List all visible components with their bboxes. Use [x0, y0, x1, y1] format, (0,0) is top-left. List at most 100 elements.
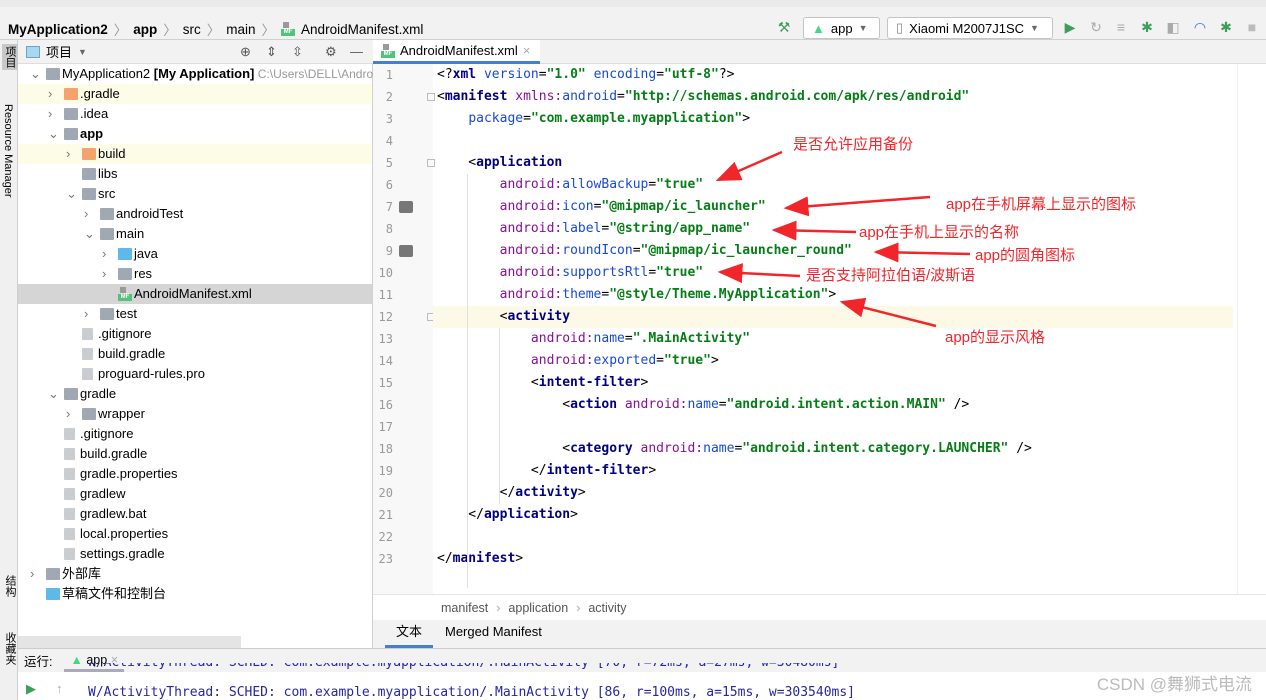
tree-item[interactable]: › build	[18, 144, 372, 164]
xml-crumb-activity[interactable]: activity	[588, 601, 626, 615]
tree-item[interactable]: local.properties	[18, 524, 372, 544]
tree-item[interactable]: › .gradle	[18, 84, 372, 104]
code-line[interactable]: android:theme="@style/Theme.MyApplicatio…	[437, 284, 1237, 306]
minimize-icon[interactable]: —	[350, 44, 363, 59]
crumb-src[interactable]: src	[183, 22, 201, 37]
code-line[interactable]: <application	[437, 152, 1237, 174]
code-line[interactable]	[437, 416, 1237, 438]
chevron-right-icon[interactable]: ›	[102, 244, 106, 264]
chevron-right-icon[interactable]: ›	[66, 144, 70, 164]
side-tab-structure[interactable]: 结构	[2, 575, 18, 597]
code-line[interactable]: <category android:name="android.intent.c…	[437, 438, 1237, 460]
chevron-right-icon[interactable]: ›	[66, 404, 70, 424]
chevron-right-icon[interactable]: ›	[102, 264, 106, 284]
tree-item[interactable]: › androidTest	[18, 204, 372, 224]
tree-item[interactable]: settings.gradle	[18, 544, 372, 564]
code-line[interactable]: android:label="@string/app_name"	[437, 218, 1237, 240]
device-select[interactable]: ▯ Xiaomi M2007J1SC ▼	[887, 17, 1053, 39]
tree-item[interactable]: › 外部库	[18, 564, 372, 584]
stop-icon[interactable]: ■	[1244, 19, 1260, 35]
tab-text[interactable]: 文本	[385, 620, 434, 648]
xml-crumb-application[interactable]: application	[508, 601, 568, 615]
run-icon[interactable]: ▶	[1062, 19, 1078, 35]
tree-item[interactable]: › .idea	[18, 104, 372, 124]
gear-icon[interactable]: ⚙	[325, 44, 337, 60]
tree-item[interactable]: .gitignore	[18, 424, 372, 444]
horizontal-scrollbar[interactable]	[18, 636, 241, 648]
code-line[interactable]: </application>	[437, 504, 1237, 526]
side-tab-project[interactable]: 项目	[2, 44, 18, 70]
attach-debugger-icon[interactable]: ◧	[1165, 19, 1181, 35]
chevron-right-icon[interactable]: ›	[84, 204, 88, 224]
expand-all-icon[interactable]: ⇕	[266, 44, 277, 60]
side-tab-resource-manager[interactable]: Resource Manager	[2, 104, 14, 198]
tree-item[interactable]: libs	[18, 164, 372, 184]
code-line[interactable]: </manifest>	[437, 548, 1237, 570]
crumb-file[interactable]: AndroidManifest.xml	[301, 22, 423, 37]
run-config-select[interactable]: ▲ app ▼	[803, 17, 880, 39]
collapse-all-icon[interactable]: ⇳	[292, 44, 303, 60]
code-line[interactable]: package="com.example.myapplication">	[437, 108, 1237, 130]
code-line[interactable]: android:name=".MainActivity"	[437, 328, 1237, 350]
tab-label: AndroidManifest.xml	[400, 43, 518, 58]
xml-crumb-manifest[interactable]: manifest	[441, 601, 488, 615]
tree-item[interactable]: .gitignore	[18, 324, 372, 344]
tree-item[interactable]: ⌄ src	[18, 184, 372, 204]
code-line[interactable]: <manifest xmlns:android="http://schemas.…	[437, 86, 1237, 108]
close-icon[interactable]: ×	[523, 43, 531, 58]
code-line[interactable]: <?xml version="1.0" encoding="utf-8"?>	[437, 64, 1237, 86]
profile-icon[interactable]: ◠	[1192, 19, 1208, 35]
tree-item[interactable]: › wrapper	[18, 404, 372, 424]
crumb-main[interactable]: main	[226, 22, 255, 37]
chevron-down-icon[interactable]: ⌄	[30, 64, 41, 84]
tree-item[interactable]: build.gradle	[18, 444, 372, 464]
apply-changes-icon[interactable]: ↻	[1088, 19, 1104, 35]
code-line[interactable]	[437, 526, 1237, 548]
chevron-right-icon[interactable]: ›	[84, 304, 88, 324]
rerun-icon[interactable]: ▶	[26, 681, 36, 697]
chevron-down-icon[interactable]: ▼	[78, 47, 87, 57]
tree-item[interactable]: › java	[18, 244, 372, 264]
crumb-app[interactable]: app	[133, 22, 157, 37]
tree-item[interactable]: ⌄ main	[18, 224, 372, 244]
chevron-down-icon[interactable]: ⌄	[48, 384, 59, 404]
project-view-select[interactable]: 项目	[46, 42, 72, 61]
tab-androidmanifest[interactable]: AndroidManifest.xml ×	[373, 40, 541, 64]
chevron-right-icon[interactable]: ›	[48, 104, 52, 124]
code-line[interactable]: <action android:name="android.intent.act…	[437, 394, 1237, 416]
tab-merged-manifest[interactable]: Merged Manifest	[445, 620, 542, 644]
code-line[interactable]: </activity>	[437, 482, 1237, 504]
tree-item[interactable]: ⌄MyApplication2 [My Application] C:\User…	[18, 64, 545, 84]
debug-attach-icon[interactable]: ✱	[1218, 19, 1234, 35]
chevron-down-icon[interactable]: ⌄	[48, 124, 59, 144]
chevron-right-icon[interactable]: ›	[30, 564, 34, 584]
code-line[interactable]: android:exported="true">	[437, 350, 1237, 372]
code-line[interactable]: android:roundIcon="@mipmap/ic_launcher_r…	[437, 240, 1237, 262]
chevron-down-icon[interactable]: ⌄	[66, 184, 77, 204]
code-line[interactable]: <intent-filter>	[437, 372, 1237, 394]
tree-item[interactable]: gradle.properties	[18, 464, 372, 484]
locate-icon[interactable]: ⊕	[240, 44, 251, 60]
scratch-icon	[46, 588, 60, 600]
scroll-up-icon[interactable]: ↑	[56, 681, 63, 696]
chevron-down-icon[interactable]: ⌄	[84, 224, 95, 244]
tree-item[interactable]: › test	[18, 304, 372, 324]
code-line[interactable]: <activity	[433, 306, 1233, 328]
tree-item[interactable]: gradlew.bat	[18, 504, 372, 524]
hammer-icon[interactable]: ⚒	[776, 19, 792, 35]
side-tab-favorites[interactable]: 收藏夹	[2, 632, 18, 665]
crumb-project[interactable]: MyApplication2	[8, 22, 108, 37]
tree-item[interactable]: AndroidManifest.xml	[18, 284, 372, 304]
tree-item[interactable]: ⌄ app	[18, 124, 372, 144]
apply-code-changes-icon[interactable]: ≡	[1113, 19, 1129, 35]
debug-icon[interactable]: ✱	[1139, 19, 1155, 35]
watermark: CSDN @舞狮式电流	[1096, 675, 1252, 694]
code-line[interactable]: </intent-filter>	[437, 460, 1237, 482]
tree-item[interactable]: ⌄ gradle	[18, 384, 372, 404]
tree-item[interactable]: build.gradle	[18, 344, 372, 364]
chevron-right-icon[interactable]: ›	[48, 84, 52, 104]
tree-item[interactable]: proguard-rules.pro	[18, 364, 372, 384]
tree-item[interactable]: › res	[18, 264, 372, 284]
tree-item[interactable]: 草稿文件和控制台	[18, 584, 372, 604]
tree-item[interactable]: gradlew	[18, 484, 372, 504]
